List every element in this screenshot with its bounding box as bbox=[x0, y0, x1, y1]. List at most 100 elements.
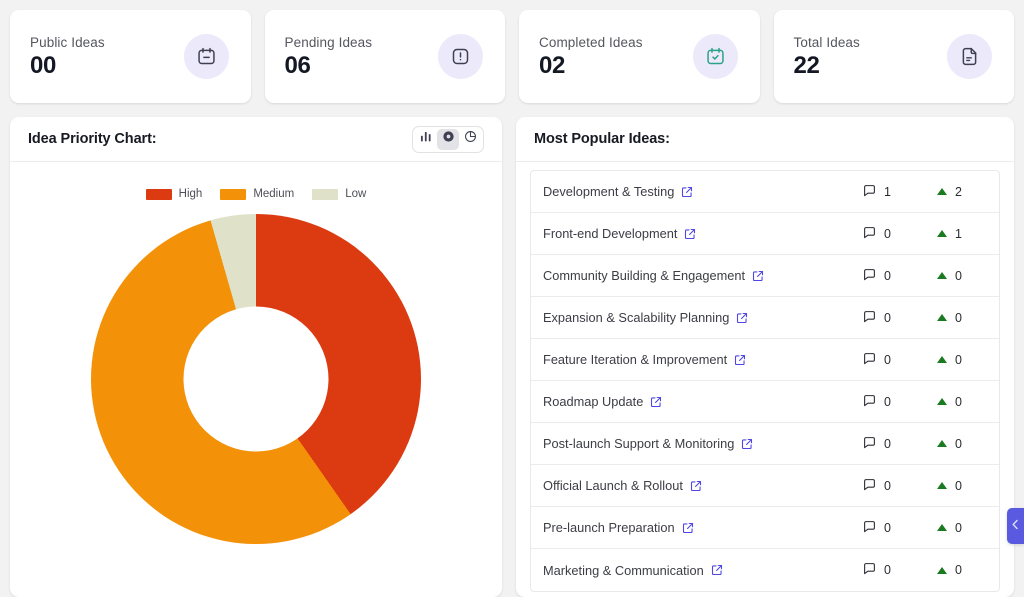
comment-count-value: 0 bbox=[884, 268, 891, 283]
chart-view-toggle-group[interactable] bbox=[412, 125, 484, 153]
comment-count-value: 0 bbox=[884, 310, 891, 325]
stat-card-value: 00 bbox=[30, 51, 57, 79]
stat-card-value: 22 bbox=[793, 51, 820, 79]
vote-count: 0 bbox=[937, 269, 985, 283]
stat-card-text: Public Ideas 00 bbox=[30, 35, 105, 78]
legend-label: High bbox=[178, 188, 203, 200]
stat-card[interactable]: Total Ideas 22 bbox=[773, 10, 1014, 103]
comment-count-value: 0 bbox=[884, 436, 891, 451]
idea-priority-chart-panel: Idea Priority Chart: High Medium Low bbox=[10, 117, 502, 597]
table-row[interactable]: Pre-launch Preparation 0 0 bbox=[531, 507, 999, 549]
table-row[interactable]: Roadmap Update 0 0 bbox=[531, 381, 999, 423]
donut-center-hole bbox=[183, 306, 329, 452]
vote-count: 0 bbox=[937, 521, 985, 535]
upvote-triangle-icon bbox=[937, 398, 947, 405]
table-row[interactable]: Development & Testing 1 2 bbox=[531, 171, 999, 213]
comment-count-value: 0 bbox=[884, 478, 891, 493]
legend-item[interactable]: High bbox=[145, 188, 203, 200]
table-row[interactable]: Official Launch & Rollout 0 0 bbox=[531, 465, 999, 507]
stat-card-icon-bubble bbox=[947, 34, 992, 79]
vote-count: 2 bbox=[937, 185, 985, 199]
table-row[interactable]: Expansion & Scalability Planning 0 0 bbox=[531, 297, 999, 339]
idea-title: Post-launch Support & Monitoring bbox=[543, 436, 863, 451]
external-link-icon[interactable] bbox=[681, 186, 693, 198]
vote-count-value: 1 bbox=[955, 226, 962, 241]
ideas-table: Development & Testing 1 2 Front-end Deve… bbox=[530, 170, 1000, 592]
chevron-left-icon bbox=[1011, 517, 1020, 535]
vote-count-value: 0 bbox=[955, 268, 962, 283]
idea-title-text: Feature Iteration & Improvement bbox=[543, 352, 728, 367]
legend-item[interactable]: Medium bbox=[220, 188, 294, 200]
ideas-panel-title: Most Popular Ideas: bbox=[534, 131, 670, 147]
donut-chart-icon bbox=[442, 130, 455, 148]
idea-title: Feature Iteration & Improvement bbox=[543, 352, 863, 367]
pie-chart-view-button[interactable] bbox=[459, 129, 481, 150]
stat-card[interactable]: Public Ideas 00 bbox=[10, 10, 251, 103]
comment-count: 0 bbox=[863, 352, 937, 368]
vote-count-value: 0 bbox=[955, 478, 962, 493]
idea-title-text: Front-end Development bbox=[543, 226, 678, 241]
legend-item[interactable]: Low bbox=[312, 188, 366, 200]
stat-card[interactable]: Pending Ideas 06 bbox=[264, 10, 505, 103]
external-link-icon[interactable] bbox=[690, 480, 702, 492]
comment-icon bbox=[863, 184, 876, 200]
external-link-icon[interactable] bbox=[736, 312, 748, 324]
comment-icon bbox=[863, 352, 876, 368]
vote-count: 1 bbox=[937, 227, 985, 241]
external-link-icon[interactable] bbox=[650, 396, 662, 408]
idea-title-text: Pre-launch Preparation bbox=[543, 520, 675, 535]
main-content-row: Idea Priority Chart: High Medium Low Mos… bbox=[10, 117, 1014, 597]
legend-swatch bbox=[145, 188, 172, 200]
upvote-triangle-icon bbox=[937, 440, 947, 447]
comment-count-value: 1 bbox=[884, 184, 891, 199]
chart-legend: High Medium Low bbox=[145, 188, 366, 200]
idea-title-text: Community Building & Engagement bbox=[543, 268, 746, 283]
external-link-icon[interactable] bbox=[741, 438, 753, 450]
upvote-triangle-icon bbox=[937, 566, 947, 574]
table-row[interactable]: Community Building & Engagement 0 0 bbox=[531, 255, 999, 297]
idea-title-text: Development & Testing bbox=[543, 184, 675, 199]
vote-count-value: 0 bbox=[955, 394, 962, 409]
stat-card-value: 06 bbox=[284, 51, 311, 79]
table-row[interactable]: Post-launch Support & Monitoring 0 0 bbox=[531, 423, 999, 465]
comment-count: 0 bbox=[863, 226, 937, 242]
idea-title: Expansion & Scalability Planning bbox=[543, 310, 863, 325]
vote-count-value: 2 bbox=[955, 184, 962, 199]
bar-chart-view-button[interactable] bbox=[415, 129, 437, 150]
table-row[interactable]: Feature Iteration & Improvement 0 0 bbox=[531, 339, 999, 381]
comment-icon bbox=[863, 562, 876, 578]
external-link-icon[interactable] bbox=[684, 228, 696, 240]
donut-chart-view-button[interactable] bbox=[437, 128, 459, 150]
upvote-triangle-icon bbox=[937, 188, 947, 195]
idea-title: Pre-launch Preparation bbox=[543, 520, 863, 535]
idea-title: Roadmap Update bbox=[543, 394, 863, 409]
external-link-icon[interactable] bbox=[711, 564, 723, 576]
idea-title-text: Marketing & Communication bbox=[543, 562, 704, 578]
legend-label: Low bbox=[345, 188, 367, 200]
vote-count-value: 0 bbox=[955, 352, 962, 367]
sidebar-collapse-tab[interactable] bbox=[1007, 508, 1024, 544]
comment-count: 0 bbox=[863, 310, 937, 326]
external-link-icon[interactable] bbox=[752, 270, 764, 282]
stat-card-icon-bubble bbox=[183, 34, 229, 79]
stats-row: Public Ideas 00 Pending Ideas 06 Complet… bbox=[10, 10, 1014, 103]
external-link-icon[interactable] bbox=[734, 354, 746, 366]
most-popular-ideas-panel: Most Popular Ideas: Development & Testin… bbox=[516, 117, 1014, 597]
comment-count-value: 0 bbox=[884, 520, 891, 535]
stat-card[interactable]: Completed Ideas 02 bbox=[519, 10, 760, 103]
upvote-triangle-icon bbox=[937, 314, 947, 321]
bar-chart-icon bbox=[420, 130, 433, 148]
vote-count: 0 bbox=[937, 353, 985, 367]
comment-count-value: 0 bbox=[884, 394, 891, 409]
table-row[interactable]: Front-end Development 0 1 bbox=[531, 213, 999, 255]
comment-count-value: 0 bbox=[884, 352, 891, 367]
external-link-icon[interactable] bbox=[682, 522, 694, 534]
stat-card-label: Completed Ideas bbox=[539, 34, 643, 50]
comment-count: 1 bbox=[863, 184, 937, 200]
stat-card-icon-bubble bbox=[438, 34, 483, 79]
donut-chart[interactable] bbox=[91, 214, 421, 544]
upvote-triangle-icon bbox=[937, 356, 947, 363]
idea-title-text: Roadmap Update bbox=[543, 394, 644, 409]
ideas-panel-header: Most Popular Ideas: bbox=[516, 117, 1014, 162]
table-row[interactable]: Marketing & Communication 0 0 bbox=[531, 549, 999, 591]
